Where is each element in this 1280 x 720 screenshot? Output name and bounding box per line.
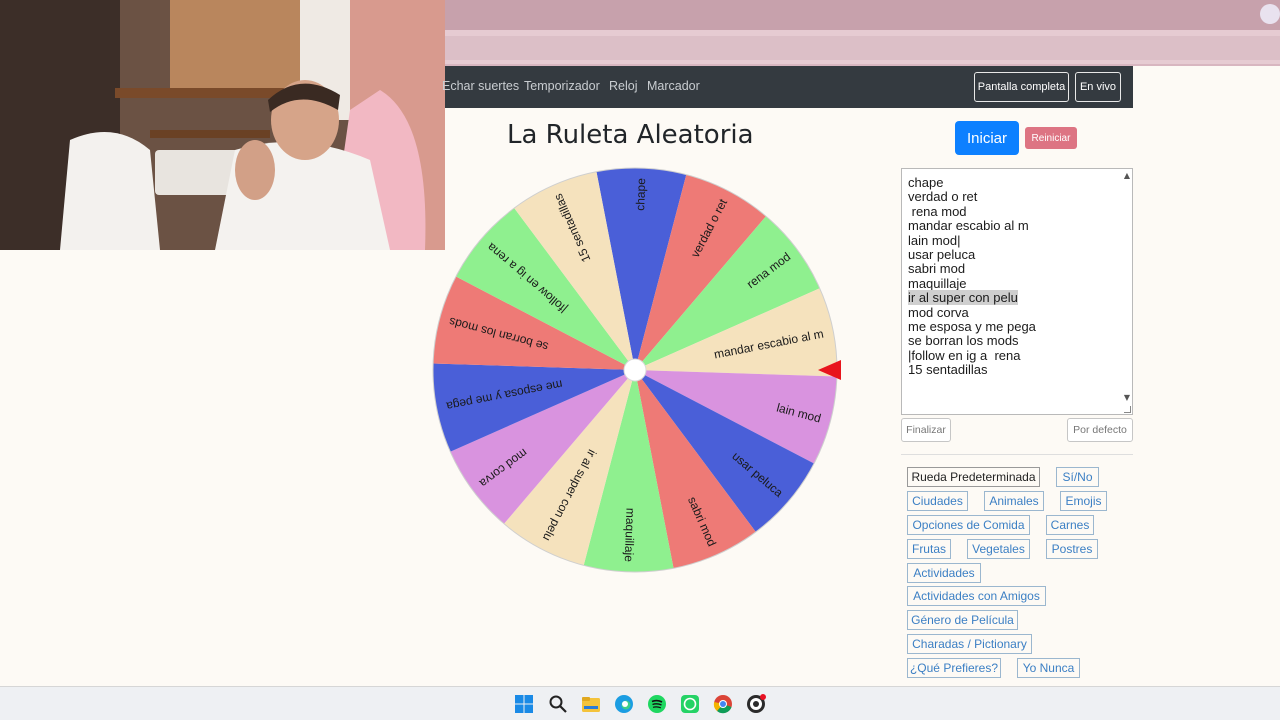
preset-animals[interactable]: Animales [984,491,1044,511]
wheel-center-hub [623,358,647,382]
search-icon[interactable] [548,694,568,714]
default-button[interactable]: Por defecto [1067,418,1133,442]
webcam-overlay [0,0,445,250]
resize-grip-icon[interactable] [1124,406,1131,413]
chrome-icon[interactable] [713,694,733,714]
browser-extension-icon[interactable] [1260,4,1280,24]
whatsapp-icon[interactable] [680,694,700,714]
windows-start-icon[interactable] [514,694,534,714]
section-divider [901,454,1133,455]
options-line-text: se borran los mods [908,333,1019,349]
preset-desserts[interactable]: Postres [1046,539,1098,559]
options-line-text: lain mod| [908,232,961,248]
options-line: sabri mod [908,262,1118,276]
options-line: chape [908,175,1118,190]
options-line-text: chape [908,175,944,190]
preset-cities[interactable]: Ciudades [907,491,968,511]
webcam-scene [0,0,445,250]
nav-link-marcador[interactable]: Marcador [647,79,700,93]
options-line-text: usar peluca [908,246,976,262]
options-line-text: 15 sentadillas [908,362,988,378]
scroll-up-icon[interactable]: ▲ [1124,171,1130,180]
spotify-icon[interactable] [647,694,667,714]
options-line: mandar escabio al m [908,218,1118,234]
options-line-text: |follow en ig a rena [908,347,1021,363]
preset-movie-genre[interactable]: Género de Película [907,610,1018,630]
file-explorer-icon[interactable] [581,694,601,714]
edge-icon[interactable] [614,694,634,714]
options-line: ir al super con pelu [908,290,1118,306]
options-line-text: rena mod [908,203,967,219]
finish-button[interactable]: Finalizar [901,418,951,442]
page-right-margin [1133,66,1280,686]
fullscreen-button[interactable]: Pantalla completa [974,72,1069,102]
options-line-text: me esposa y me pega [908,318,1036,334]
nav-link-reloj[interactable]: Reloj [609,79,638,93]
options-line-text: mandar escabio al m [908,218,1029,234]
start-button[interactable]: Iniciar [955,121,1019,155]
options-line-text: verdad o ret [908,189,978,205]
os-taskbar [0,686,1280,720]
options-line: rena mod [908,203,1118,219]
options-line-text: sabri mod [908,261,966,277]
preset-activities[interactable]: Actividades [907,563,981,583]
nav-link-echar-suertes[interactable]: Echar suertes [442,79,519,93]
live-button[interactable]: En vivo [1075,72,1121,102]
preset-would-you-rather[interactable]: ¿Qué Prefieres? [907,658,1001,678]
preset-vegetables[interactable]: Vegetales [967,539,1030,559]
preset-never-have-i-ever[interactable]: Yo Nunca [1017,658,1080,678]
options-line: me esposa y me pega [908,318,1118,334]
options-line: lain mod| [908,232,1118,248]
scroll-down-icon[interactable]: ▼ [1124,393,1130,402]
roulette-wheel[interactable]: chapeverdad o retrena modmandar escabio … [420,155,850,585]
preset-emojis[interactable]: Emojis [1060,491,1107,511]
obs-icon[interactable] [746,694,766,714]
options-line: se borran los mods [908,334,1118,348]
preset-meats[interactable]: Carnes [1046,515,1094,535]
options-line-text: maquillaje [908,275,967,291]
options-lines: chape verdad o ret rena mod mandar escabio… [908,175,1118,378]
options-line: 15 sentadillas [908,362,1118,378]
preset-yes-no[interactable]: Sí/No [1056,467,1099,487]
options-line-text: mod corva [908,304,969,320]
options-line: maquillaje [908,275,1118,291]
preset-fruits[interactable]: Frutas [907,539,951,559]
nav-link-temporizador[interactable]: Temporizador [524,79,600,93]
options-line: |follow en ig a rena [908,347,1118,363]
options-line-text: ir al super con pelu [908,290,1018,306]
top-navbar: Echar suertes Temporizador Reloj Marcado… [442,66,1133,108]
preset-food-options[interactable]: Opciones de Comida [907,515,1030,535]
wheel-segment-label: maquillaje [622,508,638,563]
preset-charades-pictionary[interactable]: Charadas / Pictionary [907,634,1032,654]
preset-activities-with-friends[interactable]: Actividades con Amigos [907,586,1046,606]
options-textarea[interactable]: chape verdad o ret rena mod mandar escabio… [901,168,1133,415]
options-line: mod corva [908,304,1118,320]
reset-button[interactable]: Reiniciar [1025,127,1077,149]
wheel-segment-label: chape [633,178,648,211]
options-line: usar peluca [908,246,1118,262]
preset-default-wheel[interactable]: Rueda Predeterminada [907,467,1040,487]
page-title: La Ruleta Aleatoria [507,120,754,150]
options-line: verdad o ret [908,190,1118,204]
